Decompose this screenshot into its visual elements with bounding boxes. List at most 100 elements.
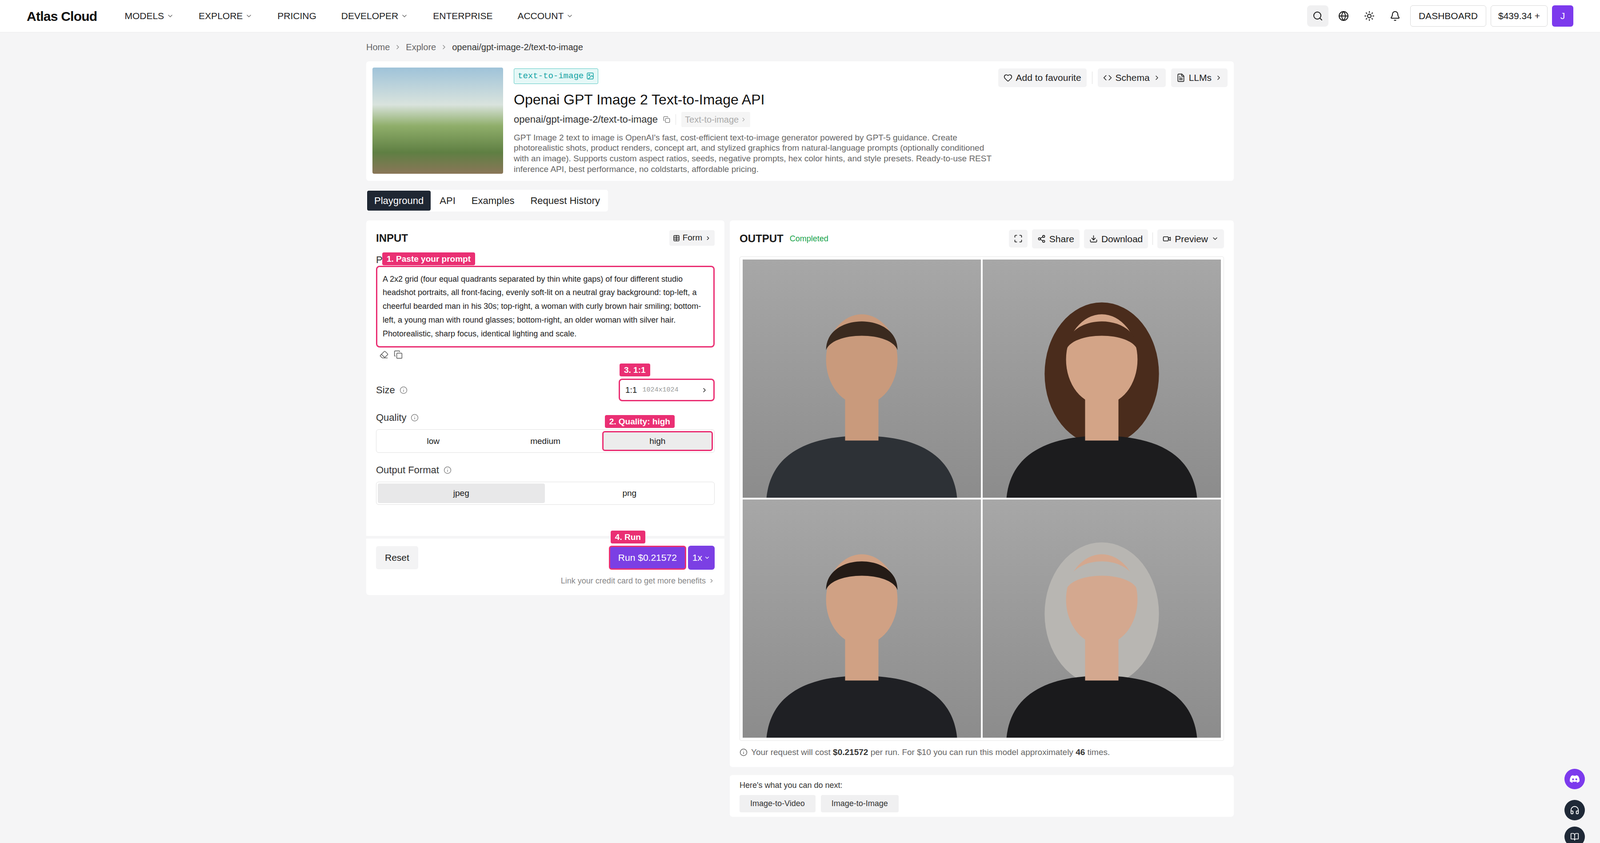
schema-button[interactable]: Schema (1097, 68, 1166, 88)
info-icon (399, 386, 408, 395)
file-icon (1176, 73, 1186, 83)
next-steps-title: Here's what you can do next: (739, 779, 1224, 792)
annotation-badge: 4. Run (610, 530, 646, 544)
model-thumbnail (372, 67, 504, 174)
chevron-right-icon (704, 235, 712, 242)
chevron-right-icon (1153, 74, 1161, 82)
model-id-row: openai/gpt-image-2/text-to-image Text-to-… (513, 112, 1228, 128)
breadcrumb-item[interactable]: Home (366, 40, 390, 54)
docs-button[interactable] (1564, 826, 1585, 843)
next-step-button[interactable]: Image-to-Video (739, 795, 816, 813)
output-title: OUTPUT (739, 230, 784, 247)
model-title: Openai GPT Image 2 Text-to-Image API (513, 90, 1228, 109)
tab[interactable]: API (432, 190, 463, 211)
headset-icon (1569, 805, 1580, 816)
llms-button[interactable]: LLMs (1171, 68, 1228, 88)
annotation-badge: 1. Paste your prompt (382, 252, 476, 266)
video-icon (1162, 234, 1172, 244)
input-footer: Reset4. RunRun $0.215721xLink your credi… (366, 536, 725, 596)
prompt-field[interactable]: A 2x2 grid (four equal quadrants separat… (376, 265, 715, 348)
chevron-down-icon (704, 554, 711, 561)
format-selector: jpegpng (376, 481, 715, 505)
nav-item[interactable]: MODELS (124, 8, 174, 24)
fullscreen-icon (1013, 234, 1023, 244)
portrait-figure (982, 259, 1221, 498)
chevron-right-icon (394, 43, 402, 51)
input-panel: INPUTFormP1. Paste your promptA 2x2 grid… (366, 220, 725, 596)
form-button[interactable]: Form (669, 230, 715, 246)
next-step-button[interactable]: Image-to-Image (820, 795, 899, 813)
nav-item[interactable]: PRICING (277, 8, 317, 24)
output-format-label: Output Format (376, 462, 715, 478)
quality-option[interactable]: medium (489, 431, 601, 452)
favourite-button[interactable]: Add to favourite (998, 68, 1087, 88)
language-button[interactable] (1332, 5, 1355, 27)
portrait-image (742, 259, 981, 498)
input-title: INPUT (376, 230, 408, 247)
copy-icon[interactable] (393, 350, 403, 360)
fullscreen-button[interactable] (1008, 229, 1028, 248)
chevron-down-icon (245, 12, 253, 20)
discord-icon (1569, 773, 1580, 785)
portrait-figure (982, 499, 1221, 738)
reset-button[interactable]: Reset (376, 546, 419, 570)
page: Atlas Cloud MODELS EXPLORE PRICING DEVELOPER… (0, 0, 1600, 843)
copy-icon[interactable] (663, 116, 671, 124)
chevron-right-icon (700, 386, 708, 394)
format-option[interactable]: jpeg (377, 483, 545, 504)
balance-button[interactable]: $439.34 + (1490, 5, 1548, 27)
preview-button[interactable]: Preview (1157, 229, 1224, 249)
nav-item[interactable]: ACCOUNT (517, 8, 574, 24)
tab[interactable]: Playground (367, 190, 431, 211)
tab-bar: PlaygroundAPIExamplesRequest History (366, 189, 608, 212)
sun-icon (1364, 10, 1375, 22)
quality-option[interactable]: low (377, 431, 489, 452)
nav-item[interactable]: EXPLORE (198, 8, 253, 24)
info-icon (739, 748, 748, 757)
chevron-down-icon (166, 12, 174, 20)
category-tag[interactable]: Text-to-image (681, 112, 751, 128)
nav-item[interactable]: ENTERPRISE (432, 8, 493, 24)
avatar[interactable]: J (1552, 5, 1574, 27)
dashboard-button[interactable]: DASHBOARD (1410, 5, 1487, 27)
annotation-badge: 2. Quality: high (604, 415, 675, 428)
size-select[interactable]: 1:11024x1024 (618, 378, 715, 402)
table-icon (672, 234, 680, 242)
multiplier-button[interactable]: 1x (688, 545, 715, 570)
type-badge: text-to-image (513, 68, 599, 84)
tab[interactable]: Request History (523, 190, 608, 211)
info-icon (410, 413, 419, 422)
nav-item[interactable]: DEVELOPER (341, 8, 408, 24)
main-menu: MODELS EXPLORE PRICING DEVELOPER ENTERPRISE A… (124, 8, 574, 24)
chevron-down-icon (400, 12, 408, 20)
notifications-button[interactable] (1384, 5, 1406, 27)
download-button[interactable]: Download (1084, 229, 1148, 249)
next-steps-card: Here's what you can do next: Image-to-Vid… (729, 775, 1234, 817)
output-panel: OUTPUTCompletedShareDownloadPreviewYour … (729, 220, 1234, 768)
main-content: Home Explore openai/gpt-image-2/text-to-im… (366, 32, 1234, 817)
logo[interactable]: Atlas Cloud (26, 6, 97, 27)
search-button[interactable] (1307, 5, 1329, 27)
divider (1092, 71, 1093, 84)
code-icon (1103, 73, 1112, 83)
chevron-right-icon (708, 577, 715, 584)
model-header: text-to-image Add to favourite SchemaLLMs O… (366, 61, 1234, 181)
divider (1152, 232, 1153, 245)
quality-option[interactable]: high (602, 431, 713, 452)
breadcrumb-item[interactable]: Explore (405, 40, 436, 54)
share-button[interactable]: Share (1032, 229, 1080, 249)
breadcrumb-item: openai/gpt-image-2/text-to-image (452, 40, 584, 54)
result-image[interactable] (742, 259, 1221, 738)
format-option[interactable]: png (546, 483, 714, 504)
search-icon (1312, 10, 1324, 22)
discord-button[interactable] (1564, 768, 1585, 790)
portrait-image (982, 499, 1221, 738)
support-button[interactable] (1564, 800, 1585, 821)
globe-icon (1338, 10, 1349, 22)
theme-button[interactable] (1358, 5, 1380, 27)
card-hint[interactable]: Link your credit card to get more benefi… (376, 575, 715, 588)
eraser-icon[interactable] (379, 350, 389, 360)
model-id: openai/gpt-image-2/text-to-image (513, 112, 658, 127)
tab[interactable]: Examples (464, 190, 522, 211)
run-button[interactable]: Run $0.21572 (608, 545, 687, 570)
